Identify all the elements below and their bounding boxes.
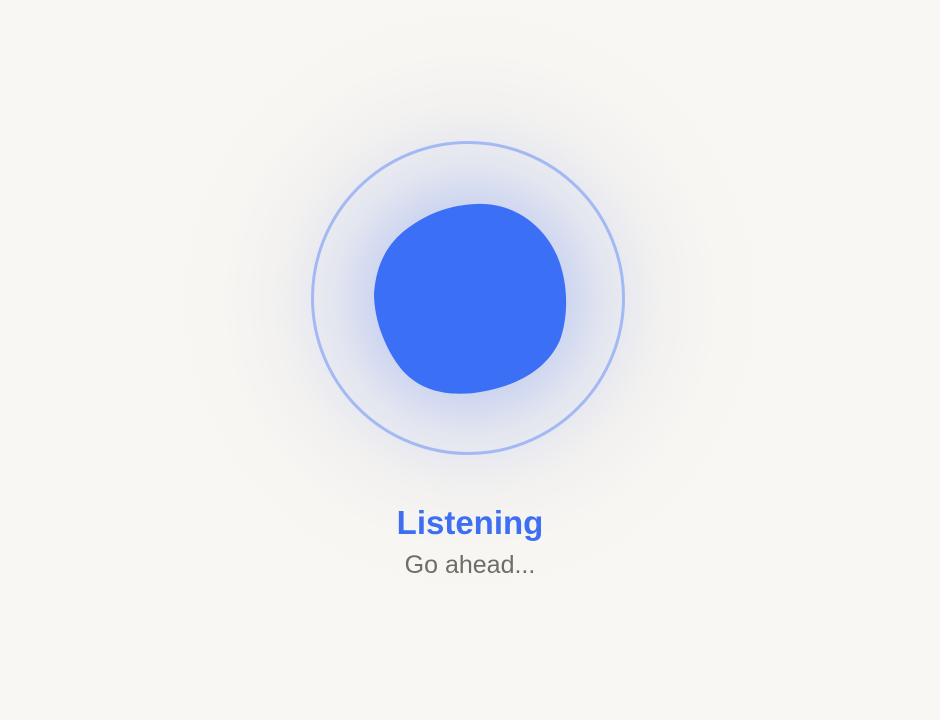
status-title: Listening	[396, 504, 544, 541]
voice-blob-shape	[374, 203, 567, 394]
voice-blob-icon[interactable]	[372, 200, 568, 398]
status-subtitle: Go ahead...	[404, 551, 536, 579]
voice-blob-path	[374, 203, 567, 394]
listening-screen: Listening Go ahead...	[0, 0, 940, 720]
